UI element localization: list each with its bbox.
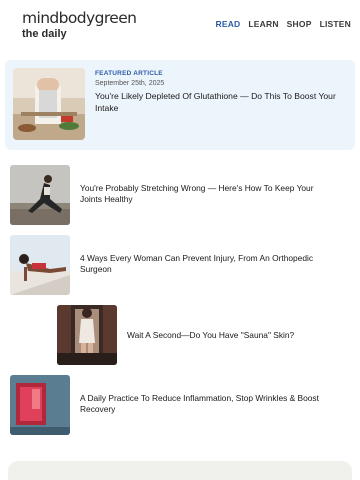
article-image[interactable]: [10, 375, 70, 435]
featured-title[interactable]: You're Likely Depleted Of Glutathione — …: [95, 91, 345, 114]
nav-listen[interactable]: LISTEN: [320, 19, 351, 29]
tagline: the daily: [22, 27, 67, 40]
article-image[interactable]: [10, 235, 70, 295]
main-nav: READ LEARN SHOP LISTEN: [216, 19, 352, 29]
featured-article-card[interactable]: FEATURED ARTICLE September 25th, 2025 Yo…: [5, 60, 355, 150]
article-title[interactable]: 4 Ways Every Woman Can Prevent Injury, F…: [80, 253, 330, 275]
header: mindbodygreen the daily READ LEARN SHOP …: [0, 0, 360, 52]
article-image[interactable]: [10, 165, 70, 225]
brand[interactable]: mindbodygreen the daily: [22, 10, 137, 40]
article-title[interactable]: You're Probably Stretching Wrong — Here'…: [80, 183, 330, 205]
nav-shop[interactable]: SHOP: [287, 19, 312, 29]
article-row[interactable]: Wait A Second—Do You Have "Sauna" Skin?: [0, 305, 360, 367]
nav-learn[interactable]: LEARN: [248, 19, 278, 29]
nav-read[interactable]: READ: [216, 19, 241, 29]
article-row[interactable]: 4 Ways Every Woman Can Prevent Injury, F…: [0, 235, 360, 297]
article-title[interactable]: Wait A Second—Do You Have "Sauna" Skin?: [127, 330, 347, 341]
article-title[interactable]: A Daily Practice To Reduce Inflammation,…: [80, 393, 330, 415]
article-image[interactable]: [57, 305, 117, 365]
promo-card: [8, 461, 352, 480]
article-row[interactable]: You're Probably Stretching Wrong — Here'…: [0, 165, 360, 227]
featured-image[interactable]: [13, 68, 85, 140]
article-row[interactable]: A Daily Practice To Reduce Inflammation,…: [0, 375, 360, 437]
featured-kicker: FEATURED ARTICLE: [95, 70, 163, 77]
featured-date: September 25th, 2025: [95, 80, 165, 87]
logo[interactable]: mindbodygreen: [22, 10, 137, 27]
